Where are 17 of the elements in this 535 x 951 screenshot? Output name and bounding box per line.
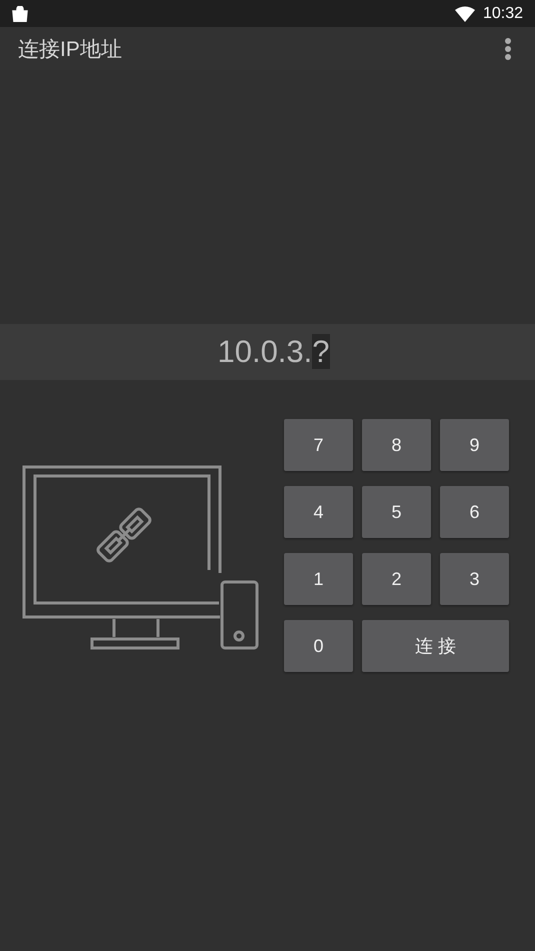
digit-key[interactable]: 3	[440, 553, 509, 605]
digit-key[interactable]: 0	[284, 620, 353, 672]
digit-key[interactable]: 5	[362, 486, 431, 538]
digit-key[interactable]: 9	[440, 419, 509, 471]
status-time: 10:32	[482, 4, 523, 22]
app-title: 连接IP地址	[18, 36, 122, 62]
ip-display: 10.0.3.?	[216, 334, 330, 370]
connect-button[interactable]: 连 接	[362, 620, 509, 672]
wifi-icon	[454, 6, 475, 22]
digit-key[interactable]: 2	[362, 553, 431, 605]
digit-key[interactable]: 4	[284, 486, 353, 538]
more-options-icon[interactable]	[504, 36, 512, 60]
digit-key[interactable]: 6	[440, 486, 509, 538]
digit-key[interactable]: 8	[362, 419, 431, 471]
digit-key[interactable]: 1	[284, 553, 353, 605]
shopping-bag-icon	[11, 6, 29, 22]
digit-key[interactable]: 7	[284, 419, 353, 471]
